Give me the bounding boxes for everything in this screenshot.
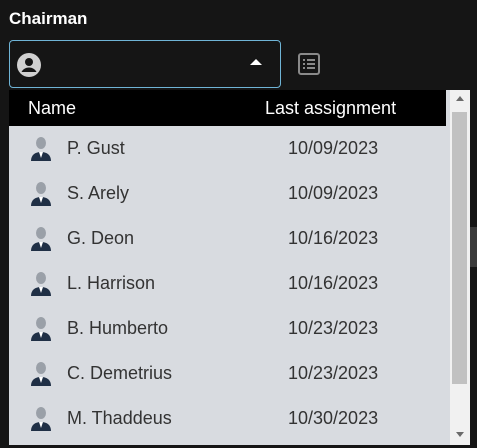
background-scroll-indicator <box>470 227 477 267</box>
item-last-assignment: 10/23/2023 <box>288 318 379 338</box>
list-item[interactable]: L. Harrison 10/16/2023 <box>9 261 446 306</box>
list-item[interactable]: P. Gust 10/09/2023 <box>9 126 446 171</box>
person-avatar-icon <box>31 407 51 431</box>
item-last-assignment: 10/23/2023 <box>288 363 379 383</box>
person-circle-icon <box>17 53 41 77</box>
dropdown-scrollbar[interactable] <box>450 90 470 445</box>
item-last-assignment: 10/16/2023 <box>288 228 379 248</box>
scroll-down-arrow-icon[interactable] <box>456 432 464 437</box>
field-label: Chairman <box>9 9 88 28</box>
item-name: L. Harrison <box>67 273 156 293</box>
list-item[interactable]: B. Humberto 10/23/2023 <box>9 306 446 351</box>
list-item[interactable]: G. Deon 10/16/2023 <box>9 216 446 261</box>
person-avatar-icon <box>31 317 51 341</box>
item-last-assignment: 10/09/2023 <box>288 138 379 158</box>
person-avatar-icon <box>31 182 51 206</box>
list-item[interactable]: M. Thaddeus 10/30/2023 <box>9 396 446 441</box>
item-last-assignment: 10/30/2023 <box>288 408 379 428</box>
item-name: C. Demetrius <box>67 363 173 383</box>
chairman-combobox[interactable] <box>9 40 281 88</box>
list-header: Name Last assignment <box>9 90 446 126</box>
person-avatar-icon <box>31 362 51 386</box>
column-header-last-assignment: Last assignment <box>265 98 397 118</box>
item-last-assignment: 10/16/2023 <box>288 273 379 293</box>
person-avatar-icon <box>31 272 51 296</box>
caret-up-icon[interactable] <box>250 59 262 65</box>
column-header-name: Name <box>28 98 77 118</box>
item-name: G. Deon <box>67 228 135 248</box>
person-avatar-icon <box>31 227 51 251</box>
item-name: M. Thaddeus <box>67 408 172 428</box>
list-rows: P. Gust 10/09/2023 S. Arely 10/09/2023 G… <box>9 126 446 441</box>
item-name: S. Arely <box>67 183 130 203</box>
scrollbar-thumb[interactable] <box>452 112 467 384</box>
person-avatar-icon <box>31 137 51 161</box>
scroll-up-arrow-icon[interactable] <box>456 96 464 101</box>
item-last-assignment: 10/09/2023 <box>288 183 379 203</box>
item-name: B. Humberto <box>67 318 169 338</box>
list-item[interactable]: S. Arely 10/09/2023 <box>9 171 446 216</box>
list-item[interactable]: C. Demetrius 10/23/2023 <box>9 351 446 396</box>
item-name: P. Gust <box>67 138 125 158</box>
chairman-dropdown-list: Name Last assignment P. Gust 10/09/2023 … <box>9 90 470 445</box>
list-icon[interactable] <box>297 52 321 76</box>
